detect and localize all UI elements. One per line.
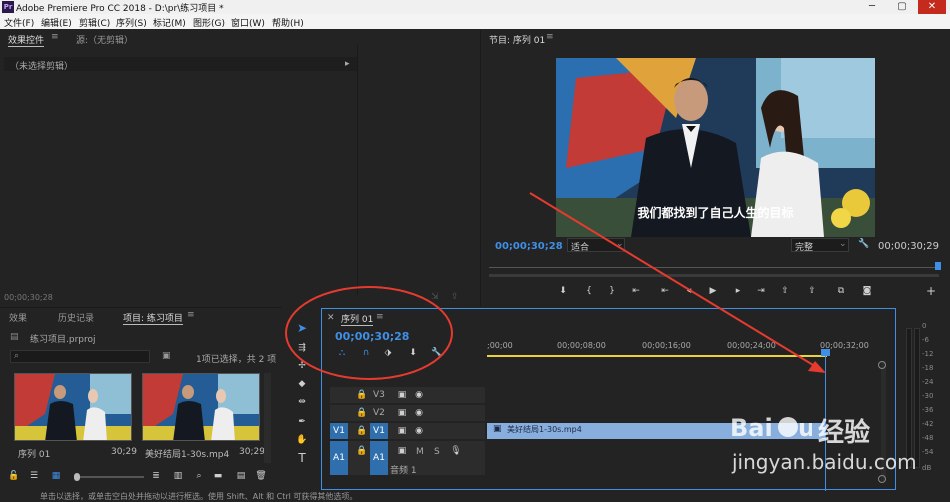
svg-text:u: u (798, 414, 812, 442)
watermark-url: jingyan.baidu.com (732, 450, 917, 474)
baidu-logo-icon: Bai u (730, 414, 812, 442)
status-text: 单击以选择，或单击空白处并拖动以进行框选。使用 Shift、Alt 和 Ctrl… (40, 492, 358, 501)
annotation-arrow (529, 192, 819, 369)
watermark: Bai u 经验 jingyan.baidu.com (730, 410, 945, 476)
status-bar: 单击以选择，或单击空白处并拖动以进行框选。使用 Shift、Alt 和 Ctrl… (0, 491, 950, 501)
svg-text:Bai: Bai (730, 414, 773, 442)
watermark-brand: 经验 (818, 418, 871, 448)
annotation-ellipse (285, 286, 453, 380)
